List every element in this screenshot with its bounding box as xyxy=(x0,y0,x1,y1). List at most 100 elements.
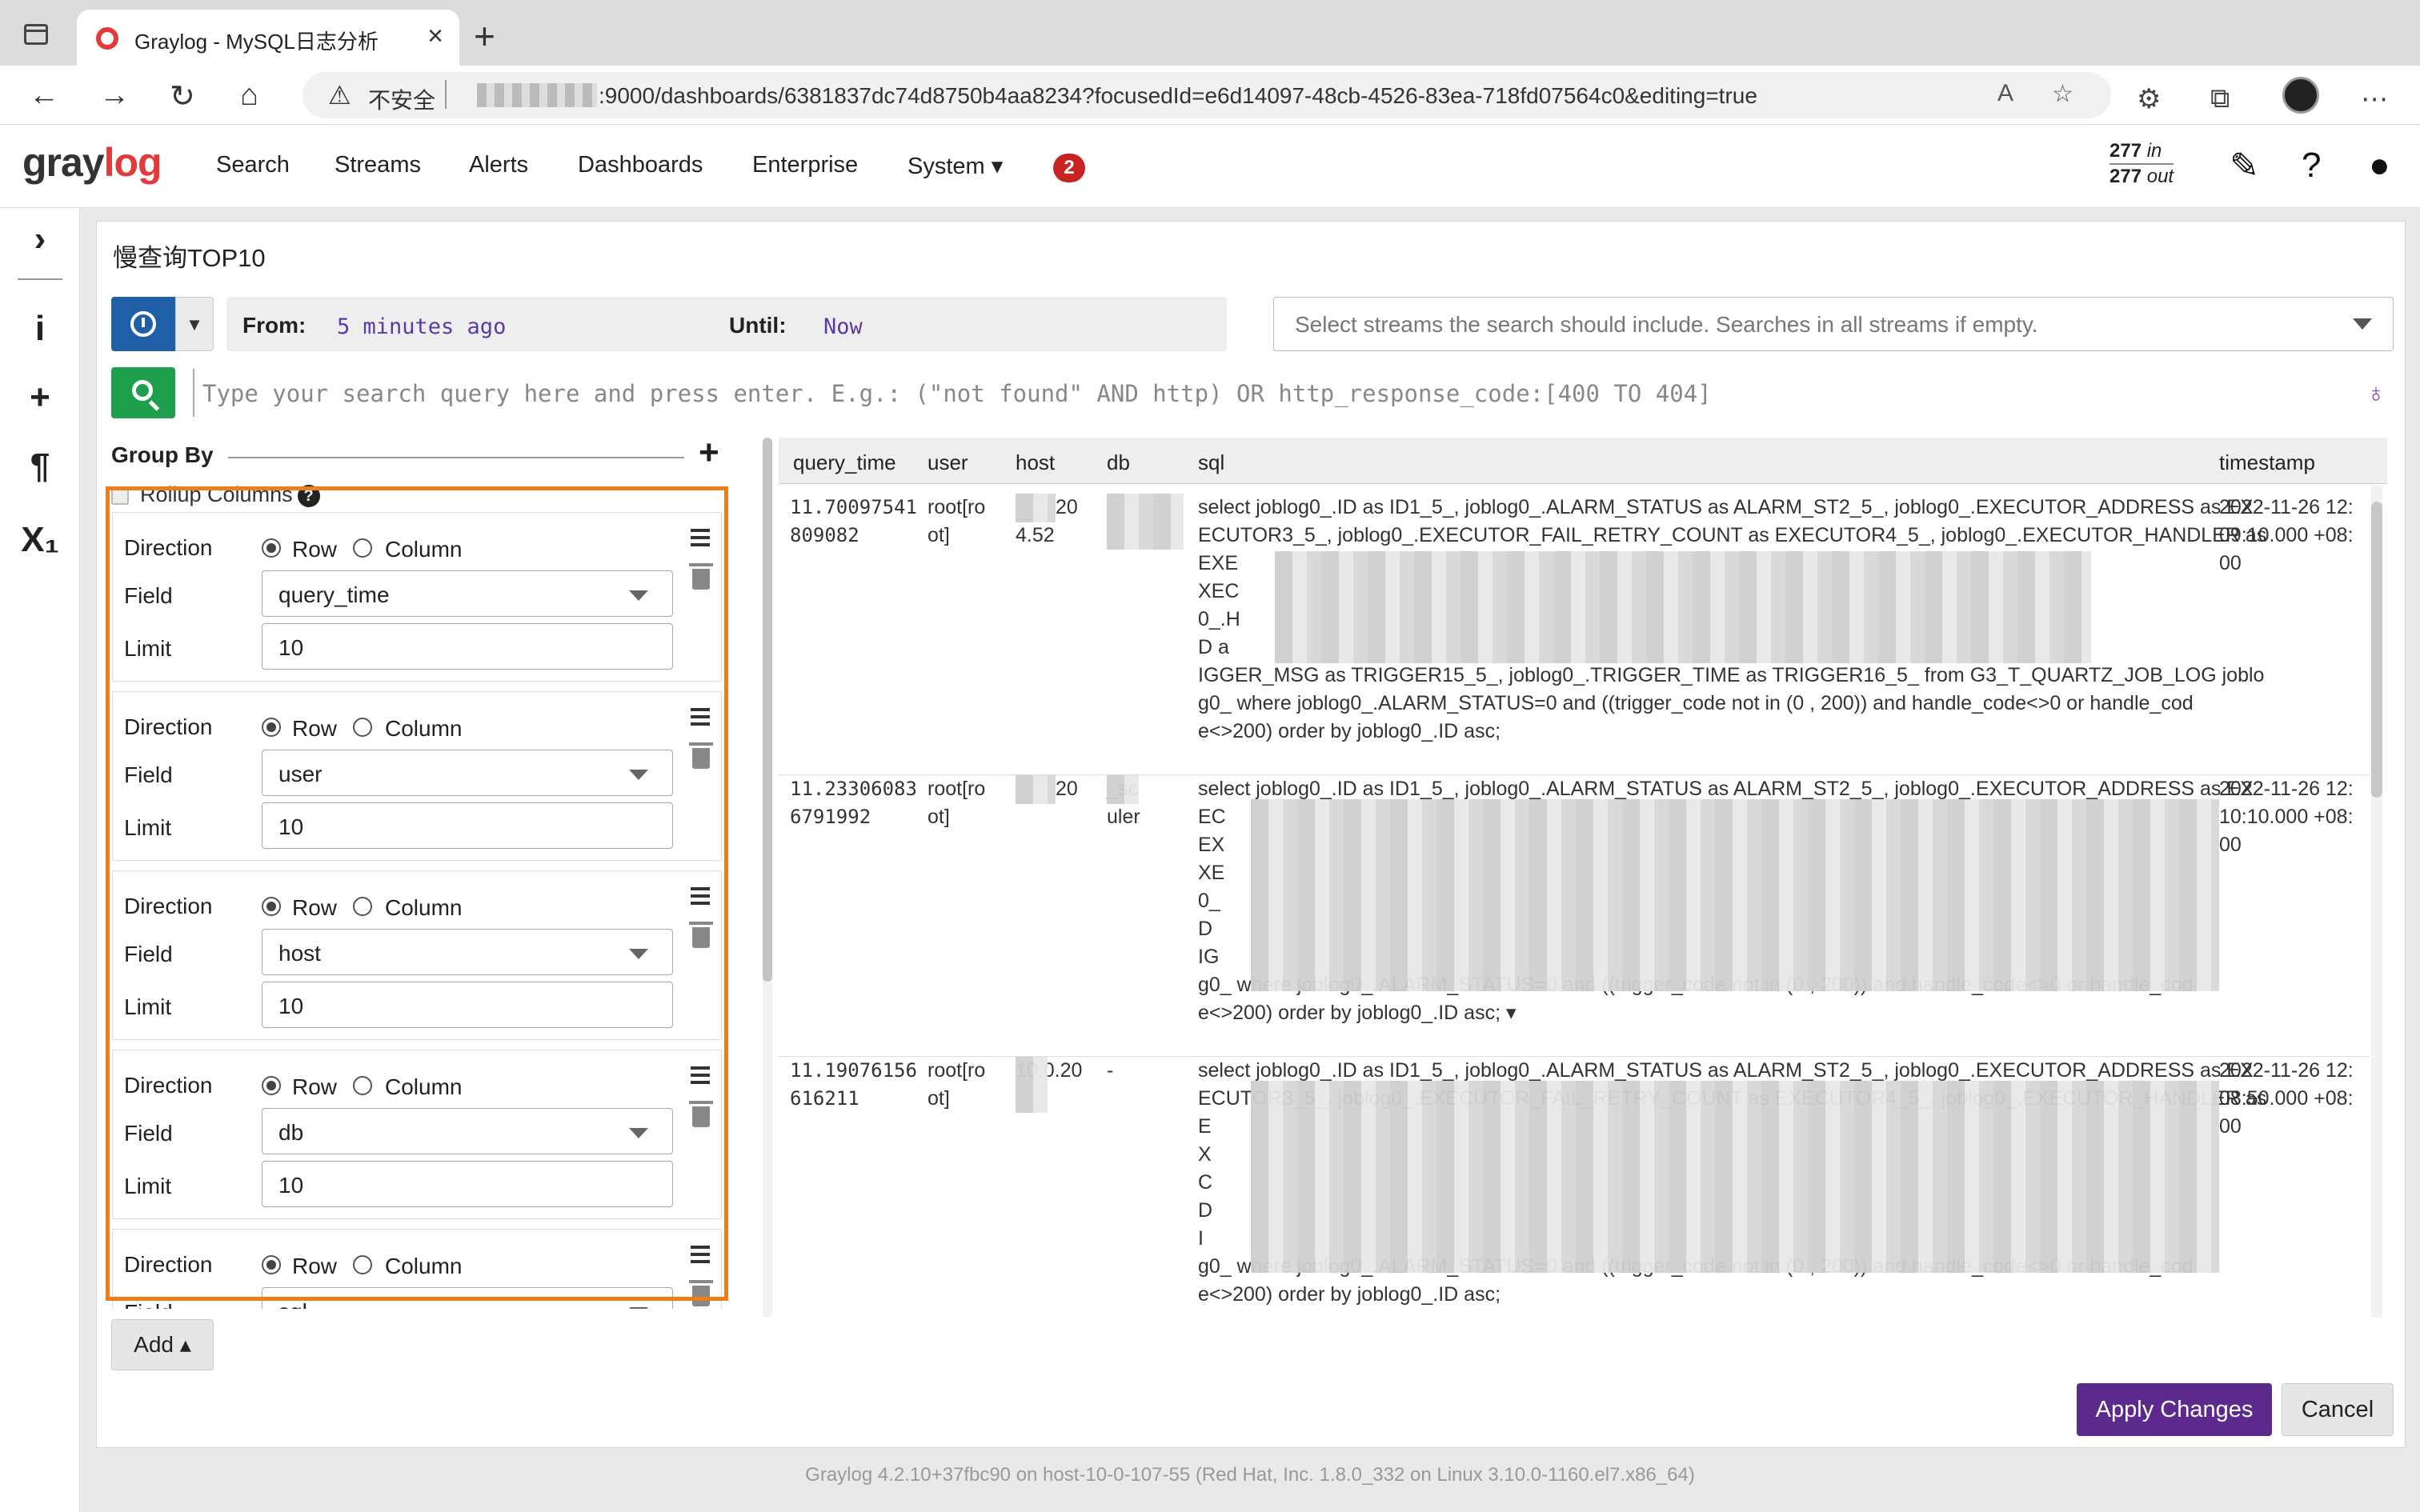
group-by-divider xyxy=(228,457,684,458)
nav-dashboards[interactable]: Dashboards xyxy=(578,152,703,178)
trash-icon[interactable] xyxy=(689,1280,713,1306)
column-label: Column xyxy=(385,895,463,920)
direction-column-radio[interactable] xyxy=(353,538,372,558)
subscript-icon[interactable]: X₁ xyxy=(0,520,80,560)
config-scrollbar[interactable] xyxy=(763,438,772,1318)
more-menu-icon[interactable]: ⋯ xyxy=(2361,83,2388,115)
refresh-icon[interactable]: ↻ xyxy=(170,78,195,114)
col-db[interactable]: db xyxy=(1107,450,1130,475)
field-label: Field xyxy=(124,583,173,608)
lightbulb-icon[interactable]: ♁ xyxy=(2366,378,2386,408)
direction-row-radio[interactable] xyxy=(262,897,281,916)
time-range-dropdown-toggle[interactable]: ▼ xyxy=(175,297,214,351)
address-bar[interactable]: ⚠ 不安全 :9000/dashboards/6381837dc74d8750b… xyxy=(302,72,2111,118)
apply-changes-button[interactable]: Apply Changes xyxy=(2077,1383,2272,1436)
info-icon[interactable]: i xyxy=(0,309,80,349)
forward-icon[interactable]: → xyxy=(99,78,130,113)
field-value: sql xyxy=(278,1299,307,1309)
direction-row-radio[interactable] xyxy=(262,1255,281,1274)
drag-handle-icon[interactable] xyxy=(691,1066,710,1084)
col-query-time[interactable]: query_time xyxy=(793,450,896,475)
nav-alerts[interactable]: Alerts xyxy=(469,152,528,178)
redacted-block xyxy=(1016,494,1056,522)
streams-select[interactable]: Select streams the search should include… xyxy=(1273,297,2394,351)
cell-query-time: 11.19076156 616211 xyxy=(790,1057,917,1113)
field-select[interactable]: sql xyxy=(262,1287,673,1309)
cell-line: ot] xyxy=(928,524,950,546)
direction-row-radio[interactable] xyxy=(262,538,281,558)
close-tab-icon[interactable]: × xyxy=(427,21,443,52)
graylog-logo[interactable]: graylog xyxy=(22,139,162,186)
paragraph-icon[interactable]: ¶ xyxy=(0,446,80,486)
table-scrollbar[interactable] xyxy=(2371,486,2382,1318)
direction-column-radio[interactable] xyxy=(353,718,372,737)
field-select[interactable]: host xyxy=(262,929,673,975)
trash-icon[interactable] xyxy=(689,922,713,948)
field-select[interactable]: user xyxy=(262,750,673,796)
trash-icon[interactable] xyxy=(689,742,713,769)
col-host[interactable]: host xyxy=(1016,450,1055,475)
notification-badge[interactable]: 2 xyxy=(1053,154,1085,182)
limit-input[interactable]: 10 xyxy=(262,802,673,849)
limit-input[interactable]: 10 xyxy=(262,623,673,670)
time-range-display[interactable]: From: 5 minutes ago Until: Now xyxy=(226,297,1227,351)
search-button[interactable] xyxy=(111,367,175,418)
field-select[interactable]: db xyxy=(262,1108,673,1154)
add-group-by-icon[interactable]: + xyxy=(699,433,719,473)
nav-search[interactable]: Search xyxy=(216,152,290,178)
favorite-icon[interactable]: ☆ xyxy=(2052,80,2073,108)
drag-handle-icon[interactable] xyxy=(691,529,710,546)
question-circle-icon[interactable]: ? xyxy=(297,484,320,507)
trash-icon[interactable] xyxy=(689,1101,713,1127)
direction-column-radio[interactable] xyxy=(353,1076,372,1095)
widget-title[interactable]: 慢查询TOP10 xyxy=(113,238,266,274)
extensions-icon[interactable]: ⚙ xyxy=(2137,83,2161,115)
limit-input[interactable]: 10 xyxy=(262,982,673,1028)
nav-enterprise[interactable]: Enterprise xyxy=(752,152,858,178)
tab-actions-icon[interactable] xyxy=(24,24,48,45)
collections-icon[interactable]: ⧉ xyxy=(2210,83,2230,114)
drag-handle-icon[interactable] xyxy=(691,887,710,905)
trash-icon[interactable] xyxy=(689,563,713,590)
read-aloud-icon[interactable]: A xyxy=(1997,80,2013,107)
search-query-input[interactable]: Type your search query here and press en… xyxy=(193,369,2354,417)
cell-line: 00 xyxy=(2219,1115,2242,1138)
time-range-type-button[interactable] xyxy=(111,297,175,351)
drag-handle-icon[interactable] xyxy=(691,1246,710,1263)
table-row[interactable]: 11.19076156 616211 root[ro ot] 10.0.20- selec… xyxy=(779,1057,2370,1318)
config-scrollbar-thumb[interactable] xyxy=(763,438,772,982)
direction-row-radio[interactable] xyxy=(262,1076,281,1095)
help-icon[interactable]: ? xyxy=(2302,146,2321,186)
new-tab-icon[interactable]: + xyxy=(474,14,495,58)
nav-streams[interactable]: Streams xyxy=(335,152,421,178)
field-select[interactable]: query_time xyxy=(262,570,673,617)
back-icon[interactable]: ← xyxy=(29,78,59,113)
limit-input[interactable]: 10 xyxy=(262,1161,673,1207)
rollup-checkbox[interactable] xyxy=(111,486,129,505)
add-button[interactable]: Add ▴ xyxy=(111,1319,214,1370)
direction-row-radio[interactable] xyxy=(262,718,281,737)
throughput-indicator[interactable]: 277 in 277 out xyxy=(2109,139,2174,189)
table-scrollbar-thumb[interactable] xyxy=(2371,502,2382,798)
home-icon[interactable]: ⌂ xyxy=(240,78,258,113)
add-widget-icon[interactable]: + xyxy=(0,378,80,418)
cancel-button[interactable]: Cancel xyxy=(2282,1383,2394,1436)
browser-tab[interactable]: Graylog - MySQL日志分析 × xyxy=(77,10,459,66)
direction-column-radio[interactable] xyxy=(353,897,372,916)
cell-db: - xyxy=(1107,1057,1113,1085)
rollup-columns[interactable]: Rollup Columns? xyxy=(111,482,320,507)
field-label: Field xyxy=(124,942,173,966)
col-user[interactable]: user xyxy=(928,450,968,475)
nav-system[interactable]: System ▾ xyxy=(908,152,1003,180)
col-timestamp[interactable]: timestamp xyxy=(2219,450,2315,475)
direction-column-radio[interactable] xyxy=(353,1255,372,1274)
drag-handle-icon[interactable] xyxy=(691,708,710,726)
col-sql[interactable]: sql xyxy=(1198,450,1224,475)
user-icon[interactable]: ● xyxy=(2369,146,2390,186)
cell-query-time: 11.23306083 6791992 xyxy=(790,775,917,831)
table-row[interactable]: 11.233060836791992root[root]20_sculersel… xyxy=(779,775,2370,1057)
edit-icon[interactable]: ✎ xyxy=(2230,146,2259,186)
expand-sidebar-icon[interactable]: › xyxy=(0,219,80,259)
table-row[interactable]: 11.70097541 809082 root[ro ot] 20 4.52 select … xyxy=(779,494,2370,775)
profile-avatar[interactable] xyxy=(2282,77,2319,114)
